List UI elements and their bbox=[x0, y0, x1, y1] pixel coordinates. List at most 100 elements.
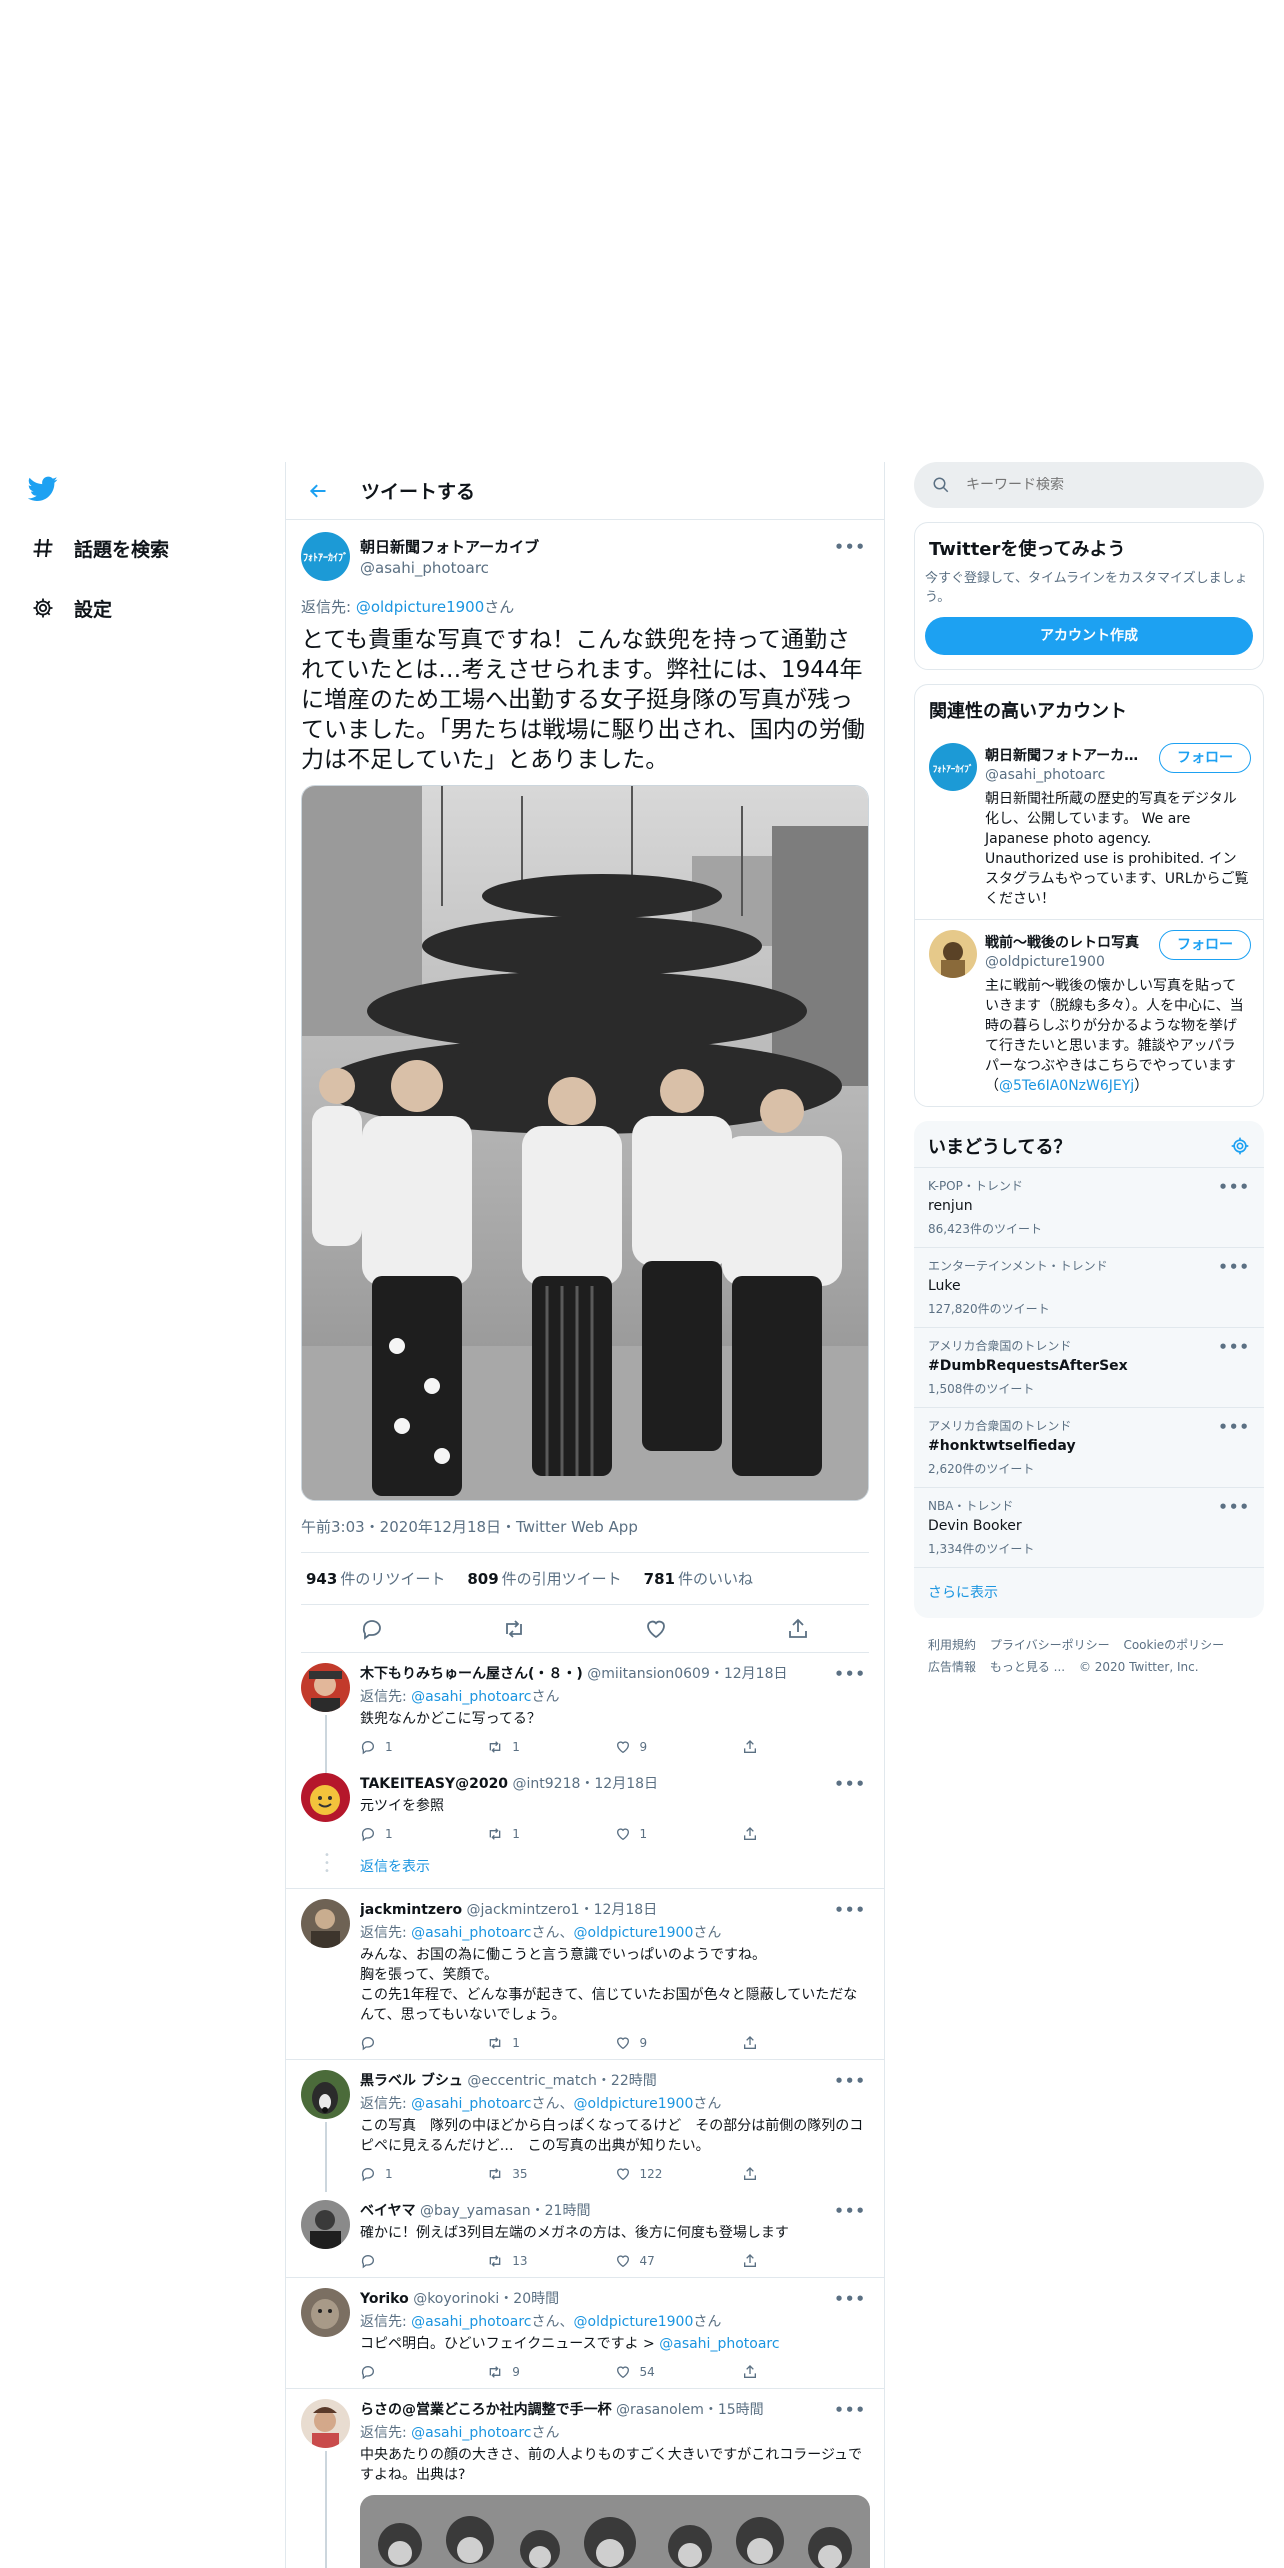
create-account-button[interactable]: アカウント作成 bbox=[925, 617, 1253, 655]
share-button[interactable] bbox=[742, 2253, 869, 2269]
reply-to-link[interactable]: @asahi_photoarc bbox=[411, 1689, 531, 1705]
account-name[interactable]: 朝日新聞フォトアーカイブ bbox=[985, 745, 1145, 765]
author-handle[interactable]: @asahi_photoarc bbox=[360, 559, 539, 577]
follow-button[interactable]: フォロー bbox=[1159, 743, 1251, 773]
reply-to-link[interactable]: @asahi_photoarc bbox=[411, 1925, 531, 1941]
share-button[interactable] bbox=[742, 1739, 869, 1755]
avatar[interactable] bbox=[301, 2200, 350, 2249]
like-button[interactable]: 122 bbox=[615, 2166, 742, 2182]
reply-to-link[interactable]: @oldpicture1900 bbox=[574, 2314, 694, 2330]
footer-link-privacy[interactable]: プライバシーポリシー bbox=[990, 1638, 1110, 1652]
reply-icon[interactable] bbox=[360, 1617, 384, 1641]
reply-author-name[interactable]: 木下もりみちゅーん屋さん(・８・) bbox=[360, 1666, 583, 1682]
twitter-logo-icon[interactable] bbox=[27, 476, 62, 506]
footer-link-ads[interactable]: 広告情報 bbox=[928, 1660, 976, 1674]
retweet-button[interactable]: 35 bbox=[487, 2166, 614, 2182]
trend-item[interactable]: ••• アメリカ合衆国のトレンド #honktwtselfieday 2,620… bbox=[914, 1407, 1264, 1487]
reply-author-handle[interactable]: @eccentric_match・22時間 bbox=[467, 2073, 656, 2089]
heart-icon[interactable] bbox=[644, 1617, 668, 1641]
trend-item[interactable]: ••• K-POP・トレンド renjun 86,423件のツイート bbox=[914, 1167, 1264, 1247]
like-count[interactable]: 781 件のいいね bbox=[644, 1568, 753, 1589]
reply-item[interactable]: ••• 木下もりみちゅーん屋さん(・８・) @miitansion0609・12… bbox=[286, 1653, 884, 1773]
author-name[interactable]: 朝日新聞フォトアーカイブ bbox=[360, 536, 539, 557]
more-icon[interactable]: ••• bbox=[834, 2202, 866, 2220]
like-button[interactable]: 47 bbox=[615, 2253, 742, 2269]
account-item[interactable]: 戦前～戦後のレトロ写真 @oldpicture1900 フォロー 主に戦前～戦後… bbox=[915, 919, 1263, 1106]
avatar[interactable] bbox=[929, 930, 977, 978]
reply-to-link[interactable]: @asahi_photoarc bbox=[411, 2425, 531, 2441]
trend-item[interactable]: ••• エンターテインメント・トレンド Luke 127,820件のツイート bbox=[914, 1247, 1264, 1327]
search-input[interactable] bbox=[966, 477, 1216, 493]
reply-item[interactable]: ••• 黒ラベル ブシュ @eccentric_match・22時間 返信先: … bbox=[286, 2060, 884, 2192]
more-icon[interactable]: ••• bbox=[1218, 1338, 1250, 1356]
share-icon[interactable] bbox=[786, 1617, 810, 1641]
bio-mention-link[interactable]: @5Te6IA0NzW6JEYj bbox=[999, 1078, 1134, 1094]
more-icon[interactable]: ••• bbox=[1218, 1498, 1250, 1516]
search-box[interactable] bbox=[914, 462, 1264, 508]
avatar[interactable] bbox=[301, 1899, 350, 1948]
reply-button[interactable]: 1 bbox=[360, 2166, 487, 2182]
more-icon[interactable]: ••• bbox=[834, 1665, 866, 1683]
trend-item[interactable]: ••• アメリカ合衆国のトレンド #DumbRequestsAfterSex 1… bbox=[914, 1327, 1264, 1407]
retweet-button[interactable]: 9 bbox=[487, 2364, 614, 2380]
more-icon[interactable]: ••• bbox=[834, 2072, 866, 2090]
retweet-button[interactable]: 1 bbox=[487, 1826, 614, 1842]
follow-button[interactable]: フォロー bbox=[1159, 930, 1251, 960]
show-replies-link[interactable]: • • • 返信を表示 bbox=[286, 1850, 884, 1888]
reply-author-name[interactable]: TAKEITEASY@2020 bbox=[360, 1776, 508, 1792]
like-button[interactable]: 9 bbox=[615, 1739, 742, 1755]
more-icon[interactable]: ••• bbox=[1218, 1178, 1250, 1196]
reply-author-name[interactable]: らさの@営業どころか社内調整で手一杯 bbox=[360, 2402, 612, 2418]
reply-author-handle[interactable]: @jackmintzero1・12月18日 bbox=[467, 1902, 658, 1918]
reply-item[interactable]: ••• TAKEITEASY@2020 @int9218・12月18日 元ツイを… bbox=[286, 1763, 884, 1850]
reply-author-handle[interactable]: @koyorinoki・20時間 bbox=[413, 2291, 559, 2307]
reply-to-link[interactable]: @oldpicture1900 bbox=[574, 1925, 694, 1941]
quote-count[interactable]: 809 件の引用ツイート bbox=[467, 1568, 621, 1589]
retweet-count[interactable]: 943 件のリツイート bbox=[306, 1568, 445, 1589]
share-button[interactable] bbox=[742, 1826, 869, 1842]
reply-to-link[interactable]: @oldpicture1900 bbox=[356, 598, 484, 616]
nav-settings[interactable]: 設定 bbox=[28, 590, 112, 626]
avatar[interactable] bbox=[301, 2070, 350, 2119]
reply-author-name[interactable]: jackmintzero bbox=[360, 1902, 462, 1918]
reply-button[interactable]: 1 bbox=[360, 1826, 487, 1842]
reply-item[interactable]: ••• jackmintzero @jackmintzero1・12月18日 返… bbox=[286, 1889, 884, 2059]
avatar[interactable] bbox=[301, 1663, 350, 1712]
avatar[interactable] bbox=[301, 1773, 350, 1822]
reply-button[interactable]: 1 bbox=[360, 1739, 487, 1755]
more-icon[interactable]: ••• bbox=[834, 2290, 866, 2308]
footer-link-cookies[interactable]: Cookieのポリシー bbox=[1123, 1638, 1224, 1652]
avatar[interactable]: ﾌｫﾄｱｰｶｲﾌﾞ bbox=[301, 531, 350, 581]
retweet-button[interactable]: 13 bbox=[487, 2253, 614, 2269]
reply-to-link[interactable]: @asahi_photoarc bbox=[411, 2314, 531, 2330]
reply-button[interactable] bbox=[360, 2253, 487, 2269]
share-button[interactable] bbox=[742, 2166, 869, 2182]
mention-link[interactable]: @asahi_photoarc bbox=[659, 2336, 779, 2352]
reply-item[interactable]: ••• らさの@営業どころか社内調整で手一杯 @rasanolem・15時間 返… bbox=[286, 2389, 884, 2568]
reply-author-handle[interactable]: @miitansion0609・12月18日 bbox=[587, 1666, 787, 1682]
reply-item[interactable]: ••• Yoriko @koyorinoki・20時間 返信先: @asahi_… bbox=[286, 2278, 884, 2388]
trend-item[interactable]: ••• NBA・トレンド Devin Booker 1,334件のツイート bbox=[914, 1487, 1264, 1567]
share-button[interactable] bbox=[742, 2035, 869, 2051]
reply-author-name[interactable]: Yoriko bbox=[360, 2291, 409, 2307]
avatar[interactable]: ﾌｫﾄｱｰｶｲﾌﾞ bbox=[929, 743, 977, 791]
footer-link-terms[interactable]: 利用規約 bbox=[928, 1638, 976, 1652]
account-item[interactable]: ﾌｫﾄｱｰｶｲﾌﾞ 朝日新聞フォトアーカイブ @asahi_photoarc フ… bbox=[915, 733, 1263, 919]
reply-author-name[interactable]: 黒ラベル ブシュ bbox=[360, 2073, 463, 2089]
retweet-button[interactable]: 1 bbox=[487, 1739, 614, 1755]
retweet-button[interactable]: 1 bbox=[487, 2035, 614, 2051]
avatar[interactable] bbox=[301, 2288, 350, 2337]
reply-author-handle[interactable]: @rasanolem・15時間 bbox=[616, 2402, 764, 2418]
avatar[interactable] bbox=[301, 2399, 350, 2448]
like-button[interactable]: 1 bbox=[615, 1826, 742, 1842]
like-button[interactable]: 9 bbox=[615, 2035, 742, 2051]
tweet-photo[interactable] bbox=[301, 785, 869, 1501]
more-icon[interactable]: ••• bbox=[1218, 1258, 1250, 1276]
more-icon[interactable]: ••• bbox=[1218, 1418, 1250, 1436]
retweet-icon[interactable] bbox=[502, 1617, 526, 1641]
reply-button[interactable] bbox=[360, 2364, 487, 2380]
reply-button[interactable] bbox=[360, 2035, 487, 2051]
share-button[interactable] bbox=[742, 2364, 869, 2380]
footer-link-more[interactable]: もっと見る ... bbox=[990, 1660, 1065, 1674]
like-button[interactable]: 54 bbox=[615, 2364, 742, 2380]
